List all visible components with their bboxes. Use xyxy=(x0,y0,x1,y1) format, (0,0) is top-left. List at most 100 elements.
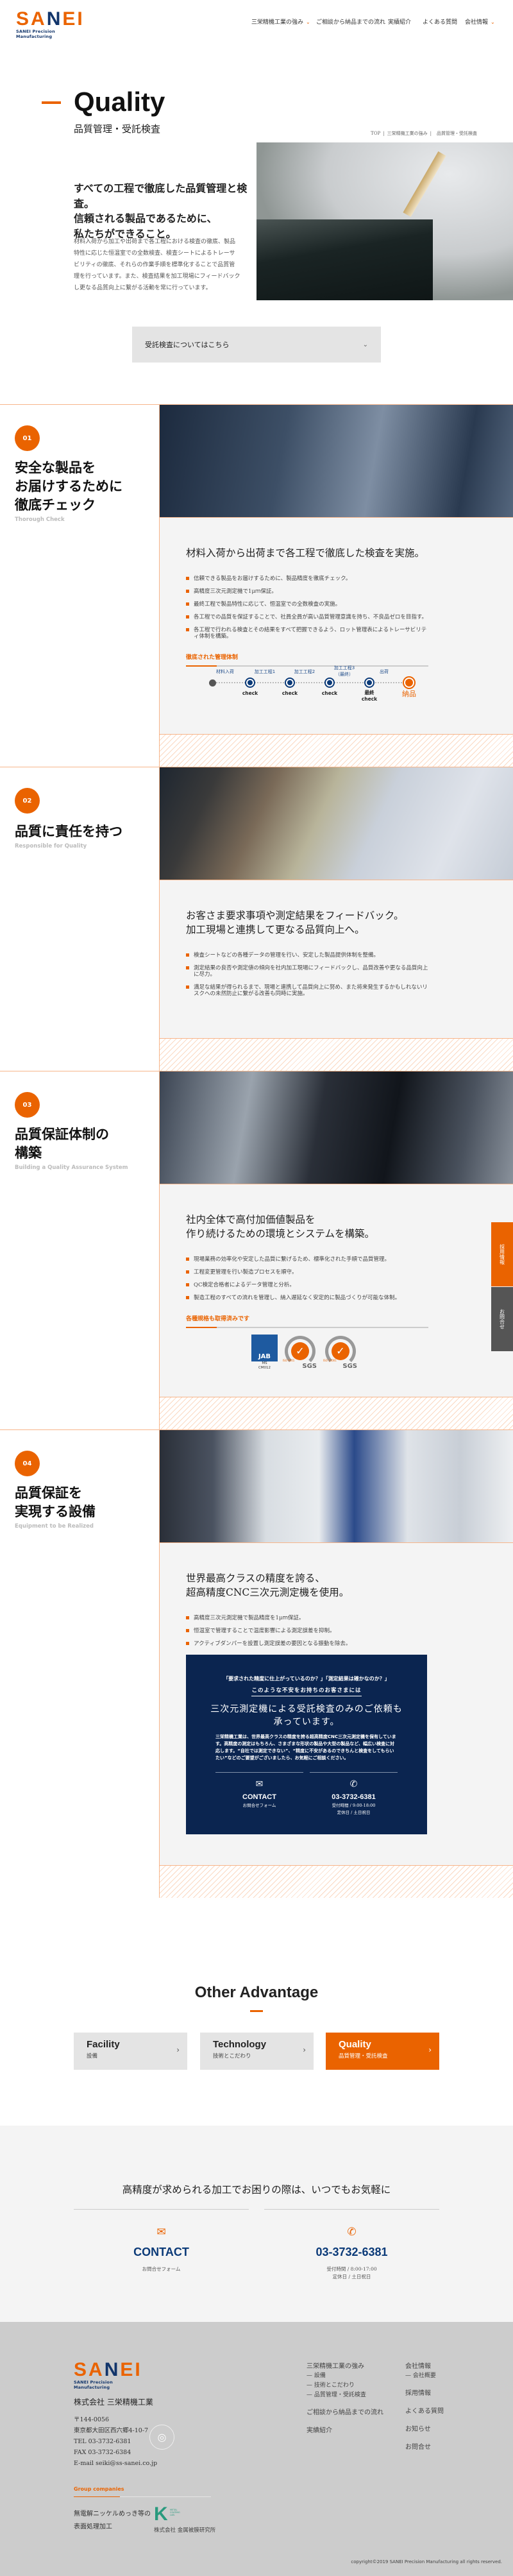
section-thorough-check: 01 安全な製品を お届けするために 徹底チェック Thorough Check… xyxy=(0,404,513,767)
nav-works[interactable]: 実績紹介 xyxy=(388,17,411,26)
nav-faq[interactable]: よくある質問 xyxy=(423,17,457,26)
stripe-divider xyxy=(160,734,513,767)
metal-coating-lab-logo[interactable]: K METAL COATING LAB. xyxy=(154,2503,182,2525)
bullet-item: 高精度三次元測定機で1μｍ保証。 xyxy=(186,588,428,595)
breadcrumb-strengths[interactable]: 三栄精機工業の強み xyxy=(387,131,428,136)
side-tab-recruit[interactable]: 採用情報 xyxy=(491,1222,513,1286)
flow-check-label: check xyxy=(282,690,298,696)
stripe-divider xyxy=(160,1397,513,1429)
flow-start-node xyxy=(209,679,216,687)
desc-line: 無電解ニッケルめっき等の xyxy=(74,2511,151,2518)
contact-title: CONTACT xyxy=(133,2246,189,2258)
flow-check-node xyxy=(324,678,335,688)
advantage-card-technology[interactable]: Technology 技術とこだわり › xyxy=(200,2033,314,2070)
heading-line: 世界最高クラスの精度を誇る、 xyxy=(186,1573,325,1584)
section-qa-system: 03 品質保証体制の 構築 Building a Quality Assuran… xyxy=(0,1071,513,1429)
footer-company-name: 株式会社 三栄精機工業 xyxy=(74,2398,153,2407)
card-sub: 品質管理・受託検査 xyxy=(339,2053,388,2060)
bullet-item: QC検定合格者によるデータ管理と分析。 xyxy=(186,1282,428,1288)
group-companies-label: Group companies xyxy=(74,2486,124,2492)
footer-link-technology[interactable]: — 技術とこだわり xyxy=(307,2381,383,2391)
title-line: 安全な製品を xyxy=(15,460,96,475)
contract-inspection-toggle[interactable]: 受託検査についてはこちら ⌄ xyxy=(132,327,381,363)
section-number: 02 xyxy=(15,788,40,814)
nav-label: 三栄精機工業の強み xyxy=(251,19,304,26)
footer-link-strengths[interactable]: 三栄精機工業の強み xyxy=(307,2362,383,2371)
business-hours: 受付時間 / 8:00-17:00 xyxy=(326,2266,377,2272)
section-heading: お客さま要求事項や測定結果をフィードバック。 加工現場と連携して更なる品質向上へ。 xyxy=(186,908,513,937)
section-title: 安全な製品を お届けするために 徹底チェック Thorough Check xyxy=(15,459,122,524)
footer-link-flow[interactable]: ご相談から納品までの流れ xyxy=(307,2408,383,2418)
iso-standard: ISO 14001 xyxy=(323,1359,337,1362)
section-heading: 材料入荷から出荷まで各工程で徹底した検査を実施。 xyxy=(186,546,513,560)
contact-form-link[interactable]: ✉ CONTACT お問合せフォーム xyxy=(74,2209,249,2273)
footer-nav-col2: 会社情報 — 会社概要 採用情報 よくある質問 お知らせ お問合せ xyxy=(405,2362,444,2452)
fax: FAX 03-3732-6384 xyxy=(74,2449,131,2456)
chevron-right-icon: › xyxy=(428,2045,432,2054)
footer-link-news[interactable]: お知らせ xyxy=(405,2425,444,2434)
footer-link-overview[interactable]: — 会社概要 xyxy=(405,2371,444,2381)
nav-flow[interactable]: ご相談から納品までの流れ xyxy=(316,17,385,26)
link-label: 設備 xyxy=(314,2373,326,2379)
promo-question: 「要求された精度に仕上がっているのか？」「測定結果は確かなのか？」 xyxy=(223,1676,390,1682)
sgs-mark: SGS xyxy=(342,1363,357,1370)
group-description: 無電解ニッケルめっき等の 表面処理加工 xyxy=(74,2508,151,2534)
sgs-iso9001-logo: ✓ SGS ISO 9001 xyxy=(283,1335,318,1370)
logo-tagline: SANEI Precision Manufacturing xyxy=(16,29,55,39)
postal-code: 〒144-0056 xyxy=(74,2416,110,2423)
section-equipment: 04 品質保証を 実現する設備 Equipment to be Realized… xyxy=(0,1429,513,1898)
section-heading: 世界最高クラスの精度を誇る、 超高精度CNC三次元測定機を使用。 xyxy=(186,1571,513,1599)
footer-link-recruit[interactable]: 採用情報 xyxy=(405,2389,444,2398)
email[interactable]: E-mail seiki@ss-sanei.co.jp xyxy=(74,2458,157,2469)
breadcrumb-top[interactable]: TOP xyxy=(371,131,380,136)
footer-logo[interactable]: SANEI SANEI Precision Manufacturing xyxy=(74,2359,146,2391)
title-line: 品質保証体制の xyxy=(15,1127,109,1142)
flow-stage-label: 加工工程3 （最終） xyxy=(333,665,355,677)
heading-line: お客さま要求事項や測定結果をフィードバック。 xyxy=(186,910,404,921)
bullet-item: 満足な結果が得られるまで、現場と連携して品質向上に努め、また将来発生するかもしれ… xyxy=(186,984,428,997)
street-address: 東京都大田区西六郷4-10-7 xyxy=(74,2427,149,2434)
section-title: 品質保証を 実現する設備 Equipment to be Realized xyxy=(15,1484,96,1530)
tel: TEL 03-3732-6381 xyxy=(74,2438,131,2445)
card-sub: 技術とこだわり xyxy=(213,2053,251,2060)
bullet-item: 各工程での品質を保証することで、社員全員が高い品質管理意識を持ち、不良品ゼロを目… xyxy=(186,614,428,620)
instagram-icon[interactable]: ◎ xyxy=(149,2425,174,2450)
nav-label: よくある質問 xyxy=(423,19,458,26)
advantage-card-quality[interactable]: Quality 品質管理・受託検査 › xyxy=(326,2033,439,2070)
side-tab-contact[interactable]: お問合せ xyxy=(491,1287,513,1351)
card-sub: 設備 xyxy=(87,2053,98,2060)
bullet-list: 現場業務の効率化や安定した品質に繋げるため、標準化された手順で品質管理。 工程変更… xyxy=(186,1256,428,1301)
copyright: copyright©2019 SANEI Precision Manufactu… xyxy=(351,2559,502,2564)
promo-phone-link[interactable]: ✆ 03-3732-6381 受付時間 / 9:00-18:00 定休日 / 土… xyxy=(310,1772,398,1816)
contract-inspection-box: 「要求された精度に仕上がっているのか？」「測定結果は確かなのか？」 このような不… xyxy=(186,1655,427,1834)
sgs-mark: SGS xyxy=(302,1363,317,1370)
inspection-photo xyxy=(160,405,513,518)
footer-link-facility[interactable]: — 設備 xyxy=(307,2371,383,2381)
footer-link-faq[interactable]: よくある質問 xyxy=(405,2407,444,2416)
footer-link-works[interactable]: 実績紹介 xyxy=(307,2426,383,2435)
advantage-card-facility[interactable]: Facility 設備 › xyxy=(74,2033,187,2070)
bullet-item: 高精度三次元測定機で製品精度を1μｍ保証。 xyxy=(186,1615,428,1621)
contact-sub: お問合せフォーム xyxy=(142,2266,181,2272)
page-title: Quality xyxy=(74,87,165,117)
other-advantage-title: Other Advantage xyxy=(194,1984,319,2001)
nav-label: 会社情報 xyxy=(465,19,489,26)
promo-contact-link[interactable]: ✉ CONTACT お問合せフォーム xyxy=(215,1772,303,1816)
title-line: お届けするために xyxy=(15,479,122,494)
section-subtitle: Responsible for Quality xyxy=(15,843,87,849)
footer-link-quality[interactable]: — 品質管理・受託検査 xyxy=(307,2391,383,2400)
promo-headline: 三次元測定機による受託検査のみのご依頼も 承っています。 xyxy=(186,1703,427,1728)
footer-link-company[interactable]: 会社情報 xyxy=(405,2362,444,2371)
section-number: 01 xyxy=(15,425,40,451)
jab-code: MS CM012 xyxy=(258,1361,271,1370)
section-title: 品質に責任を持つ Responsible for Quality xyxy=(15,823,122,850)
nav-company[interactable]: 会社情報 ⌄ xyxy=(465,17,495,26)
nav-strengths[interactable]: 三栄精機工業の強み ⌄ xyxy=(251,17,310,26)
card-title: Quality xyxy=(339,2039,371,2050)
footer-link-contact[interactable]: お問合せ xyxy=(405,2443,444,2452)
certification-logos: JAB MS CM012 ✓ SGS ISO 9001 ✓ SGS ISO 14… xyxy=(251,1335,513,1370)
site-logo[interactable]: SANEI SANEI Precision Manufacturing xyxy=(16,10,88,40)
contact-phone-link[interactable]: ✆ 03-3732-6381 受付時間 / 8:00-17:00 定休日 / 土… xyxy=(264,2209,439,2281)
logo-mark: SANEI xyxy=(74,2359,142,2380)
label-underline xyxy=(186,1327,428,1328)
